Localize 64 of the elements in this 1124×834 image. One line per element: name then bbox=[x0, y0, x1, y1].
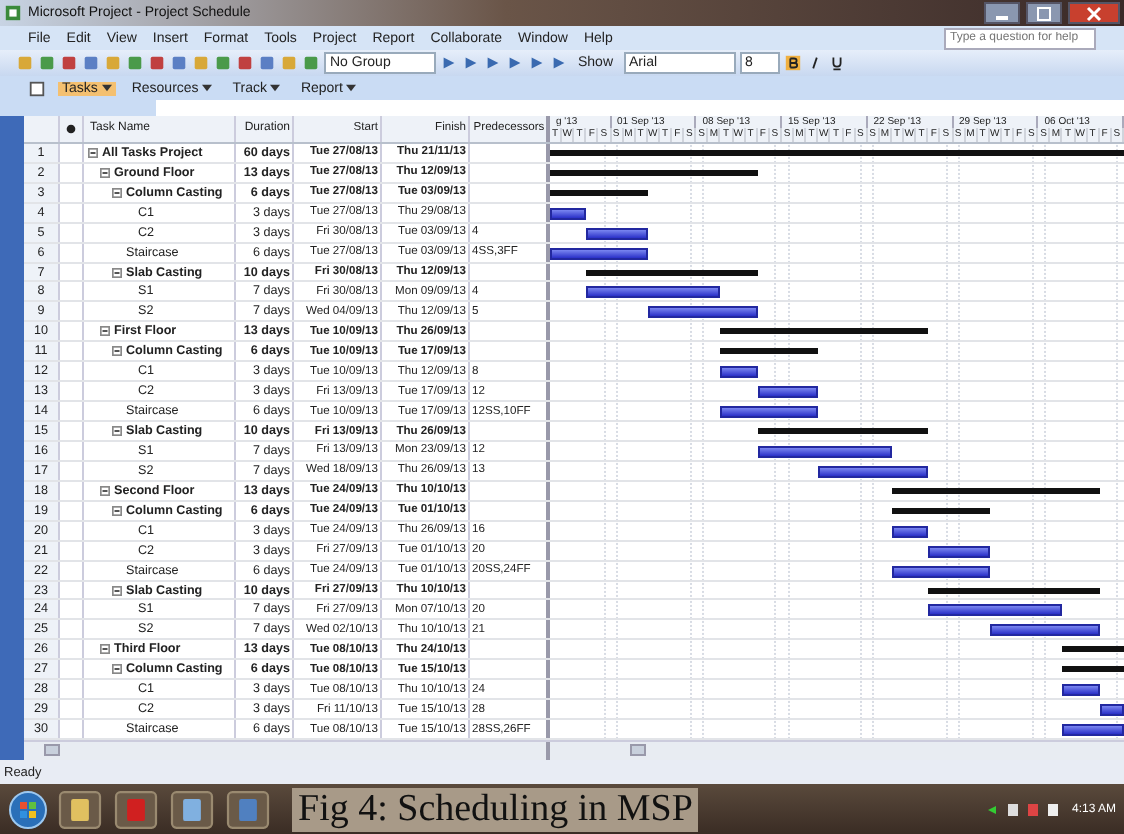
close-button[interactable] bbox=[1068, 2, 1120, 24]
collapse-icon[interactable] bbox=[100, 485, 110, 496]
summary-bar[interactable] bbox=[550, 149, 1124, 156]
scrollbar-thumb[interactable] bbox=[630, 744, 646, 757]
collapse-icon[interactable] bbox=[112, 426, 122, 436]
summary-bar[interactable] bbox=[1062, 666, 1124, 673]
collapse-icon[interactable] bbox=[112, 346, 122, 357]
summary-bar[interactable] bbox=[586, 269, 758, 276]
summary-bar[interactable] bbox=[1062, 646, 1124, 653]
caret-icon bbox=[346, 83, 357, 91]
caret-icon bbox=[270, 83, 281, 91]
maximize-button[interactable] bbox=[1026, 2, 1062, 24]
task-bar[interactable] bbox=[818, 465, 929, 478]
task-bar[interactable] bbox=[1062, 724, 1124, 737]
task-bar[interactable] bbox=[1062, 684, 1100, 697]
figure-caption: Fig 4: Scheduling in MSP bbox=[292, 787, 699, 831]
minimize-button[interactable] bbox=[984, 2, 1020, 24]
summary-bar[interactable] bbox=[928, 587, 1100, 594]
summary-bar[interactable] bbox=[891, 487, 1100, 494]
collapse-icon[interactable] bbox=[112, 187, 122, 198]
caret-icon bbox=[202, 83, 213, 91]
collapse-icon[interactable] bbox=[112, 505, 122, 516]
summary-bar[interactable] bbox=[720, 328, 929, 335]
collapse-icon[interactable] bbox=[112, 664, 122, 675]
task-bar[interactable] bbox=[928, 604, 1063, 617]
taskbar-app-icon[interactable] bbox=[56, 789, 104, 829]
task-bar[interactable] bbox=[928, 545, 990, 558]
maximize-icon bbox=[1036, 5, 1052, 21]
collapse-icon[interactable] bbox=[112, 267, 122, 277]
tray-icons[interactable] bbox=[983, 799, 1064, 819]
task-bar[interactable] bbox=[550, 207, 587, 220]
summary-bar[interactable] bbox=[550, 189, 648, 196]
task-bar[interactable] bbox=[757, 445, 892, 458]
collapse-icon[interactable] bbox=[112, 585, 122, 595]
task-bar[interactable] bbox=[586, 227, 648, 240]
task-bar[interactable] bbox=[586, 286, 721, 299]
scrollbar-thumb[interactable] bbox=[44, 744, 60, 757]
collapse-icon[interactable] bbox=[100, 644, 110, 655]
task-bar[interactable] bbox=[647, 306, 758, 319]
taskbar-app-icon[interactable] bbox=[168, 789, 216, 829]
taskbar-app-icon[interactable] bbox=[224, 789, 272, 829]
summary-bar[interactable] bbox=[550, 169, 758, 176]
taskbar-app-icon[interactable] bbox=[112, 789, 160, 829]
summary-bar[interactable] bbox=[720, 348, 819, 355]
summary-bar[interactable] bbox=[891, 507, 990, 514]
app-icon bbox=[4, 4, 22, 22]
underline-icon[interactable] bbox=[827, 54, 846, 72]
task-bar[interactable] bbox=[891, 525, 929, 538]
task-bar[interactable] bbox=[550, 247, 648, 260]
info-icon bbox=[66, 121, 76, 136]
collapse-icon[interactable] bbox=[88, 147, 98, 158]
task-bar[interactable] bbox=[720, 406, 819, 419]
collapse-icon[interactable] bbox=[100, 326, 110, 337]
task-bar[interactable] bbox=[720, 366, 758, 379]
collapse-icon[interactable] bbox=[100, 167, 110, 178]
close-icon bbox=[1086, 5, 1102, 21]
caret-icon bbox=[101, 83, 112, 91]
summary-bar[interactable] bbox=[757, 428, 929, 435]
task-bar[interactable] bbox=[891, 565, 990, 578]
task-bar[interactable] bbox=[989, 624, 1100, 637]
task-bar[interactable] bbox=[1099, 704, 1124, 717]
start-button[interactable] bbox=[8, 789, 48, 829]
task-bar[interactable] bbox=[757, 386, 819, 399]
bold-icon[interactable] bbox=[783, 54, 802, 72]
